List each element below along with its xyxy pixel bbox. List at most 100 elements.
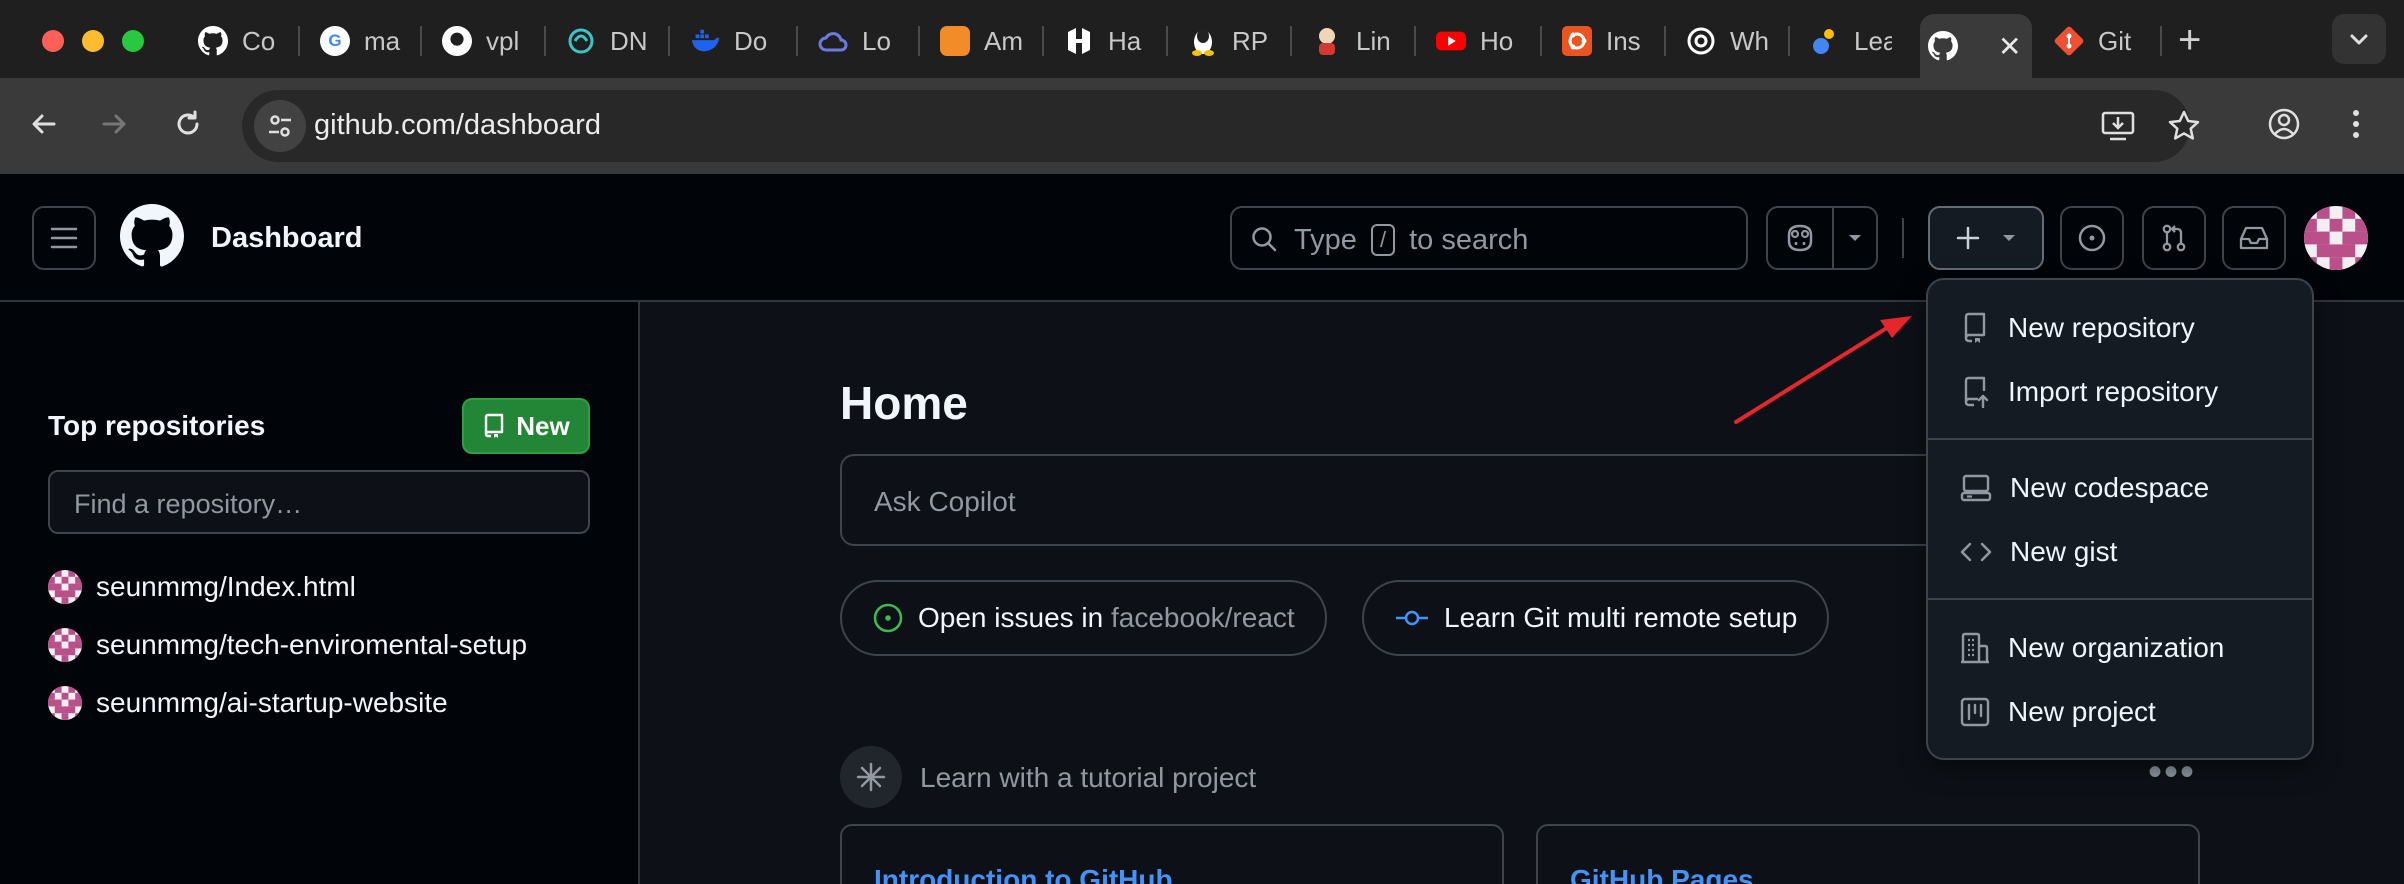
- inbox-icon: [2239, 226, 2269, 250]
- search-shortcut-key: /: [1370, 224, 1396, 256]
- browser-tab[interactable]: vpl: [434, 14, 524, 68]
- browser-tab[interactable]: Ho: [1428, 14, 1518, 68]
- find-repository-placeholder: Find a repository…: [74, 489, 303, 519]
- openai-icon: [1686, 26, 1716, 56]
- browser-tab[interactable]: Co: [190, 14, 280, 68]
- repo-push-icon: [1964, 376, 1989, 408]
- jenkins-icon: [1312, 26, 1342, 56]
- tutorial-card[interactable]: GitHub Pages: [1536, 824, 2200, 884]
- triangle-down-icon: [2003, 235, 2015, 241]
- site-info-button[interactable]: [254, 100, 306, 152]
- browser-tab[interactable]: Ha: [1056, 14, 1146, 68]
- dns-icon: [566, 26, 596, 56]
- new-repository-button[interactable]: New: [462, 398, 590, 454]
- hamburger-menu-icon: [50, 227, 78, 249]
- menu-item-new-project[interactable]: New project: [1928, 682, 2312, 742]
- chevron-down-icon: [2350, 34, 2368, 45]
- search-placeholder-post: to search: [1409, 224, 1529, 256]
- minimize-window-button[interactable]: [82, 30, 104, 52]
- repo-name[interactable]: seunmmg/tech-enviromental-setup: [96, 629, 527, 661]
- browser-tab[interactable]: Am: [932, 14, 1022, 68]
- pull-requests-button[interactable]: [2142, 206, 2206, 270]
- chip-repo-text: facebook/react: [1111, 602, 1295, 633]
- address-bar[interactable]: github.com/dashboard: [242, 90, 2200, 162]
- menu-item-new-codespace[interactable]: New codespace: [1928, 458, 2312, 518]
- organization-icon: [1961, 632, 1989, 664]
- back-button[interactable]: [16, 96, 72, 152]
- git-icon: [2054, 26, 2084, 56]
- account-circle-icon: [2268, 108, 2300, 140]
- active-browser-tab[interactable]: ✕: [1920, 14, 2032, 78]
- tutorial-card-title[interactable]: Introduction to GitHub: [874, 864, 1173, 884]
- find-repository-input[interactable]: Find a repository…: [48, 470, 590, 534]
- issue-opened-icon: [873, 603, 903, 633]
- repository-link[interactable]: seunmmg/Index.html: [48, 570, 356, 604]
- repo-name[interactable]: seunmmg/ai-startup-website: [96, 687, 448, 719]
- tutorial-card-title[interactable]: GitHub Pages: [1570, 864, 1754, 884]
- repo-icon: [1964, 312, 1986, 343]
- repository-link[interactable]: seunmmg/tech-enviromental-setup: [48, 628, 527, 662]
- close-window-button[interactable]: [42, 30, 64, 52]
- repo-owner-avatar: [48, 628, 82, 662]
- close-tab-icon[interactable]: ✕: [1998, 30, 2021, 63]
- issue-opened-icon: [2078, 224, 2106, 252]
- inbox-button[interactable]: [2222, 206, 2286, 270]
- triangle-down-icon: [1849, 235, 1861, 241]
- learn-git-suggestion-chip[interactable]: Learn Git multi remote setup: [1362, 580, 1830, 656]
- cloud-icon: [818, 26, 848, 56]
- install-app-icon[interactable]: [2098, 106, 2138, 146]
- browser-tab[interactable]: DN: [558, 14, 648, 68]
- github-icon: [442, 26, 472, 56]
- repo-owner-avatar: [48, 686, 82, 720]
- page-title[interactable]: Dashboard: [211, 222, 362, 255]
- menu-item-new-gist[interactable]: New gist: [1928, 522, 2312, 582]
- repo-icon: [485, 413, 504, 438]
- open-global-nav-button[interactable]: [32, 206, 96, 270]
- browser-tab[interactable]: Wh: [1678, 14, 1768, 68]
- bookmark-star-icon[interactable]: [2164, 106, 2204, 146]
- menu-item-new-organization[interactable]: New organization: [1928, 618, 2312, 678]
- user-avatar[interactable]: [2304, 206, 2368, 270]
- ask-copilot-placeholder: Ask Copilot: [874, 486, 1016, 517]
- browser-menu-button[interactable]: [2328, 96, 2384, 152]
- new-tab-button[interactable]: +: [2178, 18, 2201, 62]
- arrow-left-icon: [32, 114, 56, 134]
- menu-item-new-repository[interactable]: New repository: [1928, 298, 2312, 358]
- browser-toolbar: github.com/dashboard: [0, 78, 2404, 174]
- copilot-icon: [1787, 224, 1813, 252]
- forward-button[interactable]: [86, 96, 142, 152]
- reload-button[interactable]: [160, 96, 216, 152]
- ubuntu-icon: [1562, 26, 1592, 56]
- top-repositories-heading: Top repositories: [48, 410, 266, 441]
- browser-tab[interactable]: Lo: [810, 14, 900, 68]
- repo-name[interactable]: seunmmg/Index.html: [96, 571, 356, 603]
- learn-icon: [1810, 26, 1840, 56]
- tab-search-button[interactable]: [2332, 14, 2386, 64]
- browser-tab[interactable]: Ins: [1554, 14, 1644, 68]
- browser-tab[interactable]: G ma: [312, 14, 402, 68]
- browser-tab[interactable]: Do: [682, 14, 772, 68]
- copilot-dropdown-button[interactable]: [1834, 208, 1876, 268]
- url-text[interactable]: github.com/dashboard: [314, 109, 601, 142]
- project-icon: [1960, 697, 1990, 727]
- open-issues-suggestion-chip[interactable]: Open issues in facebook/react: [840, 580, 1327, 656]
- menu-item-import-repository[interactable]: Import repository: [1928, 362, 2312, 422]
- browser-tab[interactable]: Git: [2046, 14, 2136, 68]
- github-logo-icon[interactable]: [120, 204, 185, 268]
- repository-link[interactable]: seunmmg/ai-startup-website: [48, 686, 448, 720]
- google-icon: G: [320, 26, 350, 56]
- search-input[interactable]: Type / to search: [1230, 206, 1748, 270]
- browser-tab[interactable]: Lea: [1802, 14, 1892, 68]
- maximize-window-button[interactable]: [122, 30, 144, 52]
- create-new-button[interactable]: [1928, 206, 2044, 270]
- plus-icon: [1956, 226, 1980, 250]
- copilot-button-group: [1766, 206, 1878, 270]
- issues-button[interactable]: [2060, 206, 2124, 270]
- tutorial-card[interactable]: Introduction to GitHub: [840, 824, 1504, 884]
- browser-tab[interactable]: Lin: [1304, 14, 1394, 68]
- header-divider: [1902, 218, 1904, 258]
- copilot-button[interactable]: [1768, 208, 1834, 268]
- package-icon: [940, 26, 970, 56]
- browser-tab[interactable]: RP: [1180, 14, 1270, 68]
- profile-button[interactable]: [2256, 96, 2312, 152]
